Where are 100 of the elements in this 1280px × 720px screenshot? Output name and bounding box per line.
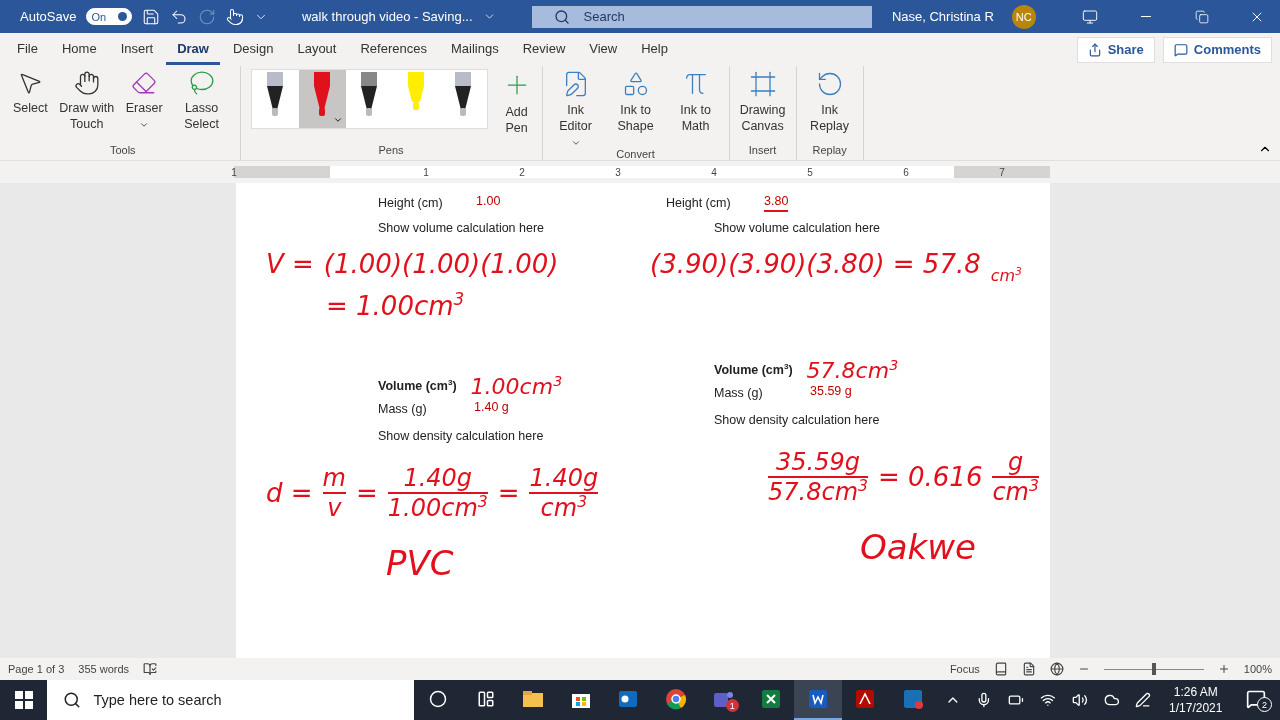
notifications-button[interactable]: 2 — [1232, 680, 1280, 720]
handwritten-ink: 35.59g — [776, 448, 860, 476]
group-label: Tools — [108, 144, 137, 158]
ribbon-button[interactable]: Lasso Select — [167, 66, 236, 132]
notification-badge: 2 — [1256, 697, 1272, 712]
ribbon-tab[interactable]: Draw — [166, 34, 220, 65]
eraser-icon — [131, 70, 158, 96]
ribbon-tab[interactable]: References — [349, 34, 438, 65]
ruler-number: 7 — [999, 166, 1005, 178]
zoom-level[interactable]: 100% — [1243, 663, 1272, 675]
add-pen-button[interactable]: Add Pen — [495, 66, 538, 136]
handwritten-ink: PVC — [386, 543, 454, 583]
undo-icon[interactable] — [169, 7, 188, 26]
ribbon-tab[interactable]: Mailings — [439, 34, 510, 65]
ribbon-tab[interactable]: Insert — [109, 34, 165, 65]
ribbon-tab[interactable]: Design — [221, 34, 285, 65]
ruler-number: 6 — [903, 166, 909, 178]
proofing-icon[interactable] — [143, 662, 158, 676]
group-label: Convert — [615, 148, 656, 160]
comment-icon — [1173, 42, 1188, 57]
field-value: 1.00 — [476, 194, 501, 210]
ribbon-button[interactable]: Drawing Canvas — [733, 66, 792, 134]
ribbon-button[interactable]: Ink to Shape — [606, 66, 665, 134]
field-value: 1.40 g — [474, 400, 509, 416]
group-label: Pens — [377, 144, 405, 158]
ribbon-tab[interactable]: Layout — [286, 34, 348, 65]
ribbon-tab[interactable]: Review — [511, 34, 577, 65]
field-label: Volume (cm$^{3}$) — [378, 379, 457, 393]
ruler-number: 5 — [807, 166, 813, 178]
ribbon-tab[interactable]: File — [6, 34, 49, 65]
handwritten-ink: d = — [266, 478, 313, 508]
ruler-number: 1 — [423, 166, 429, 178]
search-field[interactable]: Search — [531, 5, 872, 28]
share-button[interactable]: Share — [1076, 36, 1155, 63]
touch-icon[interactable] — [225, 7, 244, 26]
caret-icon — [332, 115, 343, 125]
save-icon[interactable] — [141, 7, 160, 26]
clock[interactable]: 1:26 AM 1/17/2021 — [1169, 684, 1223, 716]
ruler-number: 2 — [519, 166, 525, 178]
battery-icon[interactable] — [1008, 692, 1024, 708]
search-icon — [63, 691, 82, 709]
monitor-icon — [1082, 8, 1099, 25]
windows-icon — [14, 691, 33, 709]
ribbon-button[interactable]: Ink Editor — [546, 66, 605, 148]
handwritten-ink: v — [327, 494, 342, 522]
ribbon-button[interactable]: Ink to Math — [666, 66, 725, 134]
minimize-icon — [1140, 16, 1151, 17]
ribbon-button[interactable]: Ink Replay — [800, 66, 859, 134]
cloud-icon[interactable] — [1103, 692, 1120, 708]
handwritten-ink: 1.00cm$^{3}$ — [470, 373, 563, 399]
handwritten-ink: = 1.00cm$^{3}$ — [326, 291, 465, 321]
canvas-icon — [748, 70, 777, 98]
search-icon — [553, 8, 570, 25]
ribbon-button[interactable]: Select — [10, 66, 51, 116]
handwritten-ink: 57.8cm$^{3}$ — [806, 357, 899, 383]
handwritten-ink: cm$^{3}$ — [540, 494, 588, 522]
ruler-number: 1 — [231, 166, 237, 178]
field-label: Mass (g) — [378, 402, 428, 416]
ruler-number: 3 — [615, 166, 621, 178]
autosave-toggle[interactable]: On — [86, 8, 132, 25]
instruction-text: Show density calculation here — [714, 413, 880, 427]
wifi-icon[interactable] — [1040, 692, 1056, 708]
lasso-icon — [188, 70, 215, 96]
page-count[interactable]: Page 1 of 3 — [8, 663, 65, 675]
web-layout-icon[interactable] — [1049, 662, 1064, 676]
taskbar-search-field[interactable]: Type here to search — [47, 680, 415, 720]
slider-thumb[interactable] — [1151, 663, 1156, 675]
caret-icon — [139, 120, 150, 130]
handwritten-ink: 57.8cm$^{3}$ — [768, 478, 868, 506]
ribbon-tab[interactable]: View — [578, 34, 629, 65]
comments-button[interactable]: Comments — [1162, 36, 1272, 63]
caret-icon — [570, 138, 581, 148]
ribbon-button[interactable]: Eraser — [122, 66, 166, 130]
handwritten-ink: (1.00)(1.00)(1.00) — [323, 249, 559, 279]
ribbon-button[interactable]: Draw with Touch — [52, 66, 121, 132]
circle-icon — [429, 690, 448, 708]
speaker-icon[interactable] — [1071, 692, 1088, 708]
read-mode-icon[interactable] — [993, 662, 1008, 676]
handwritten-ink: Oakwe — [860, 527, 976, 567]
taskbar-app[interactable]: 1 — [699, 680, 747, 720]
ribbon-tab[interactable]: Help — [630, 34, 679, 65]
handwritten-ink: cm$^{3}$ — [990, 266, 1022, 285]
ruler-number: 4 — [711, 166, 717, 178]
share-icon — [1087, 42, 1102, 57]
task-view-icon — [476, 690, 495, 708]
focus-button[interactable]: Focus — [949, 663, 980, 675]
field-label: Height (cm) — [666, 196, 732, 210]
print-layout-icon[interactable] — [1021, 662, 1036, 676]
field-value: 3.80 — [764, 194, 789, 212]
autosave-label: AutoSave — [20, 9, 77, 24]
restore-icon — [1194, 9, 1209, 24]
handwritten-ink: = 0.616 — [877, 462, 983, 492]
field-value: 35.59 g — [810, 384, 852, 400]
instruction-text: Show volume calculation here — [714, 221, 881, 235]
zoom-in-icon[interactable] — [1217, 663, 1230, 675]
word-count[interactable]: 355 words — [78, 663, 130, 675]
ribbon-tab[interactable]: Home — [50, 34, 108, 65]
pen-icon[interactable] — [1135, 692, 1152, 708]
ring-icon — [663, 687, 688, 711]
user-name: Nase, Christina R — [891, 9, 994, 24]
